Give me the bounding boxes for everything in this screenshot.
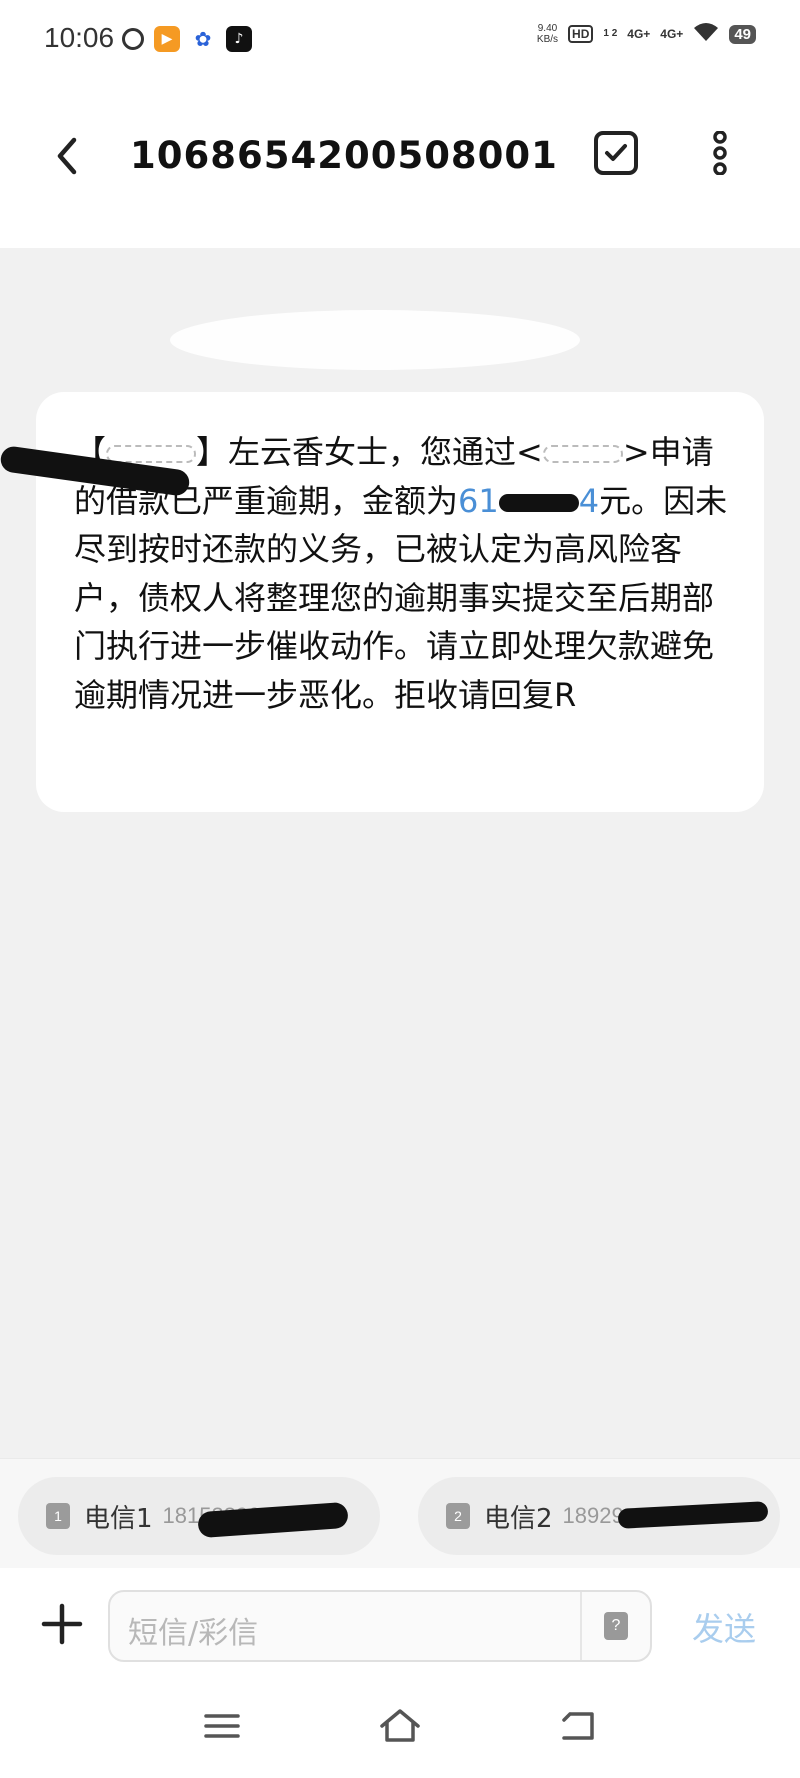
signal-icon: 4G+	[660, 27, 684, 41]
sim-2-label: 电信2	[484, 1503, 553, 1534]
conversation-title: 1068654200508001	[130, 134, 558, 177]
redacted-amount	[498, 493, 579, 512]
sim-indicator: 1 2	[603, 28, 618, 39]
redacted-text	[106, 445, 197, 463]
sim-selector-bar: 1 电信1 18153390 2 电信2 18929	[0, 1458, 800, 1568]
input-divider	[580, 1592, 582, 1660]
sim-1-icon: 1	[46, 1503, 70, 1529]
sim-1-button[interactable]: 1 电信1 18153390	[18, 1477, 380, 1555]
conversation-header: 1068654200508001	[0, 80, 800, 248]
tiktok-icon: ♪	[226, 26, 252, 52]
nav-back-icon[interactable]	[556, 1706, 600, 1746]
checkbox-icon[interactable]	[594, 131, 638, 175]
paw-app-icon: ✿	[190, 26, 216, 52]
status-bar: 10:06 ▶ ✿ ♪ 9.40 KB/s HD 1 2 4G+ 4G+ 49	[0, 0, 800, 80]
more-vertical-icon[interactable]	[708, 130, 732, 176]
status-time: 10:06	[44, 22, 115, 53]
wifi-icon	[693, 22, 719, 46]
compose-bar: 短信/彩信 ? 发送	[0, 1568, 800, 1678]
message-list[interactable]: 【】左云香女士，您通过< >申请的借款已严重逾期，金额为61 4元。因未尽到按时还款…	[0, 248, 800, 1458]
attach-plus-icon[interactable]	[40, 1602, 84, 1646]
video-app-icon: ▶	[154, 26, 180, 52]
sim-1-label: 电信1	[84, 1503, 153, 1534]
input-placeholder: 短信/彩信	[128, 1616, 259, 1651]
signal-icon: 4G+	[627, 27, 651, 41]
amount-link[interactable]: 61 4	[458, 482, 599, 520]
redaction-scribble	[617, 1501, 769, 1529]
message-input[interactable]: 短信/彩信 ?	[108, 1590, 652, 1662]
back-arrow-icon[interactable]	[50, 132, 86, 180]
home-icon[interactable]	[378, 1706, 422, 1746]
menu-icon[interactable]	[200, 1706, 244, 1746]
net-speed: 9.40 KB/s	[536, 23, 559, 45]
message-bubble[interactable]: 【】左云香女士，您通过< >申请的借款已严重逾期，金额为61 4元。因未尽到按时还款…	[36, 392, 764, 812]
sim-2-phone: 18929	[562, 1503, 624, 1528]
send-button[interactable]: 发送	[692, 1604, 756, 1650]
system-nav-bar	[0, 1678, 800, 1778]
status-right-icons: 9.40 KB/s HD 1 2 4G+ 4G+ 49	[537, 22, 756, 46]
mms-toggle-icon[interactable]: ?	[604, 1612, 628, 1640]
status-app-icons: ▶ ✿ ♪	[122, 26, 252, 52]
app-notification-icon	[122, 28, 144, 50]
redacted-text	[542, 445, 623, 463]
sim-2-icon: 2	[446, 1503, 470, 1529]
hd-icon: HD	[568, 25, 594, 43]
redacted-timestamp	[170, 310, 580, 370]
sim-2-button[interactable]: 2 电信2 18929	[418, 1477, 780, 1555]
battery-icon: 49	[729, 24, 756, 44]
